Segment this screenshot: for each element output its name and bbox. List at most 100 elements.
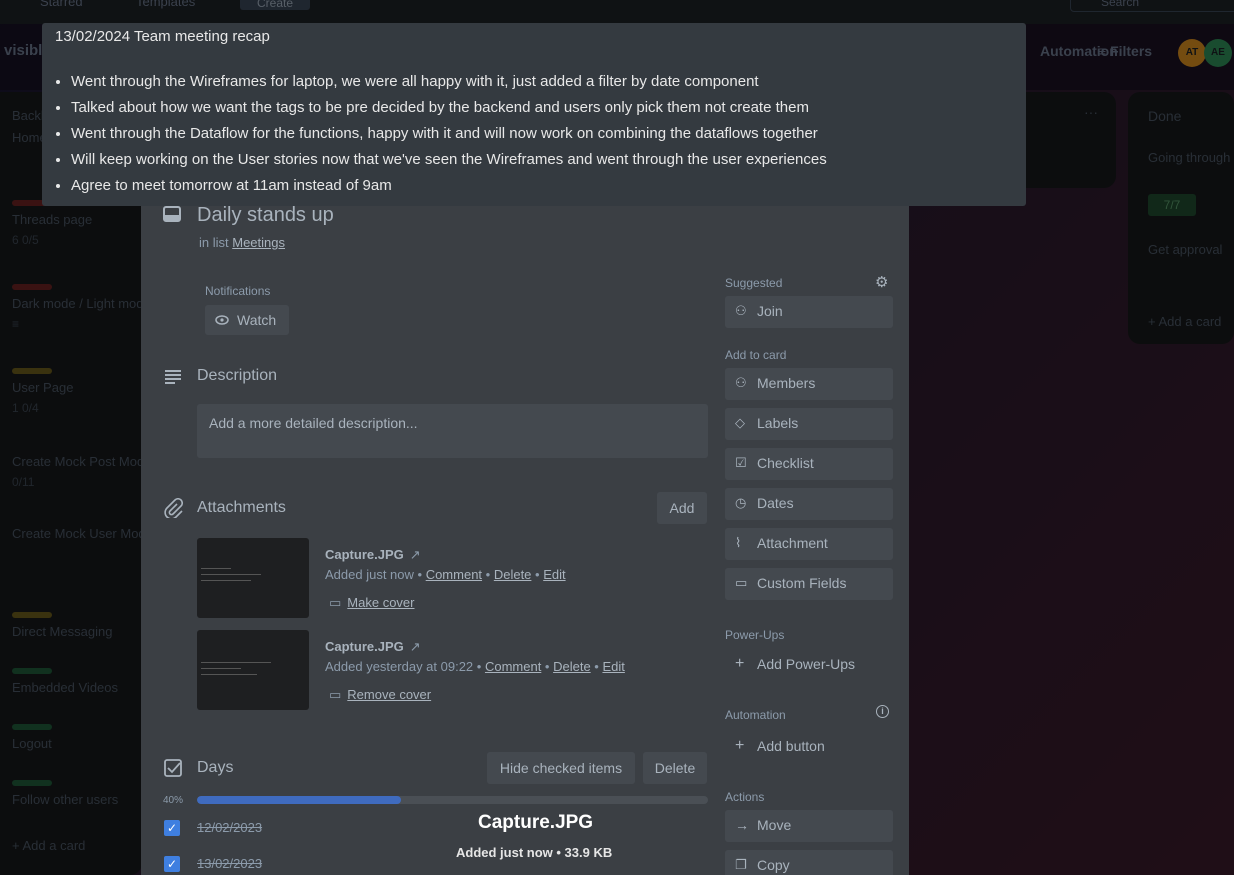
description-input[interactable]: Add a more detailed description... bbox=[197, 404, 708, 458]
add-button-button[interactable]: + Add button bbox=[725, 737, 825, 755]
attachment-filename: Capture.JPG bbox=[325, 639, 404, 654]
arrow-right-icon: → bbox=[735, 817, 749, 833]
checkbox-icon: ☑ bbox=[735, 455, 747, 470]
add-powerups-label: Add Power-Ups bbox=[757, 656, 856, 672]
attachments-heading: Attachments bbox=[197, 499, 286, 516]
eye-icon bbox=[215, 315, 229, 325]
list-item: Went through the Dataflow for the functi… bbox=[71, 121, 1013, 147]
delete-link[interactable]: Delete bbox=[494, 567, 532, 582]
thumbnail-line bbox=[201, 568, 231, 569]
labels-button[interactable]: ◇ Labels bbox=[725, 408, 893, 440]
attachment-thumbnail[interactable] bbox=[197, 630, 309, 710]
external-link-icon: ↗ bbox=[409, 547, 421, 562]
custom-fields-label: Custom Fields bbox=[757, 575, 847, 591]
actions-label: Actions bbox=[725, 790, 765, 804]
card-title[interactable]: Daily stands up bbox=[197, 204, 334, 227]
thumbnail-line bbox=[201, 574, 261, 575]
notifications-label: Notifications bbox=[205, 284, 271, 298]
add-button-label: Add button bbox=[757, 738, 825, 754]
clock-icon: ◷ bbox=[735, 495, 747, 510]
checklist-checkbox[interactable]: ✓ bbox=[164, 856, 180, 872]
join-label: Join bbox=[757, 303, 783, 319]
attachment-button[interactable]: ⌇ Attachment bbox=[725, 528, 893, 560]
edit-link[interactable]: Edit bbox=[543, 567, 565, 582]
preview-details: Added just now • 33.9 KB bbox=[456, 845, 613, 860]
checklist-progress-bar bbox=[197, 796, 708, 804]
comment-link[interactable]: Comment bbox=[485, 659, 541, 674]
watch-label: Watch bbox=[237, 312, 277, 328]
members-button[interactable]: ⚇ Members bbox=[725, 368, 893, 400]
attachment-name[interactable]: Capture.JPG ↗ bbox=[325, 547, 421, 563]
copy-icon: ❐ bbox=[735, 857, 747, 872]
add-powerups-button[interactable]: + Add Power-Ups bbox=[725, 655, 856, 673]
move-label: Move bbox=[757, 817, 792, 833]
watch-button[interactable]: Watch bbox=[205, 305, 289, 335]
card-list-reference: in list Meetings bbox=[199, 235, 285, 250]
gear-icon[interactable]: ⚙ bbox=[875, 273, 888, 291]
checklist-label: Checklist bbox=[757, 455, 814, 471]
suggested-label: Suggested bbox=[725, 276, 783, 290]
checklist-item-label[interactable]: 13/02/2023 bbox=[197, 856, 262, 871]
attachment-thumbnail[interactable] bbox=[197, 538, 309, 618]
thumbnail-line bbox=[201, 668, 241, 669]
add-to-card-label: Add to card bbox=[725, 348, 787, 362]
attachment-name[interactable]: Capture.JPG ↗ bbox=[325, 639, 421, 655]
labels-label: Labels bbox=[757, 415, 799, 431]
description-icon bbox=[165, 370, 181, 384]
hide-checked-button[interactable]: Hide checked items bbox=[487, 752, 635, 784]
in-list-prefix: in list bbox=[199, 235, 229, 250]
list-item: Went through the Wireframes for laptop, … bbox=[71, 69, 1013, 95]
attachment-added: Added yesterday at 09:22 bbox=[325, 659, 474, 674]
card-detail-modal: Daily stands up in list Meetings Notific… bbox=[141, 186, 909, 875]
recap-title: 13/02/2024 Team meeting recap bbox=[55, 28, 270, 45]
automation-label: Automation bbox=[725, 708, 786, 722]
comment-link[interactable]: Comment bbox=[426, 567, 482, 582]
cover-action-label: Make cover bbox=[347, 595, 415, 610]
edit-link[interactable]: Edit bbox=[602, 659, 624, 674]
progress-fill bbox=[197, 796, 402, 804]
meeting-recap-popup: 13/02/2024 Team meeting recap Went throu… bbox=[42, 23, 1026, 206]
add-attachment-button[interactable]: Add bbox=[657, 492, 707, 524]
checklist-checkbox[interactable]: ✓ bbox=[164, 820, 180, 836]
members-label: Members bbox=[757, 375, 816, 391]
paperclip-icon bbox=[164, 498, 183, 518]
plus-icon: + bbox=[735, 655, 745, 672]
description-heading: Description bbox=[197, 367, 278, 384]
join-button[interactable]: ⚇ Join bbox=[725, 296, 893, 328]
attachment-filename: Capture.JPG bbox=[325, 547, 404, 562]
attachment-meta: Added just now • Comment • Delete • Edit bbox=[325, 567, 566, 582]
copy-label: Copy bbox=[757, 857, 790, 873]
dates-button[interactable]: ◷ Dates bbox=[725, 488, 893, 520]
plus-icon: + bbox=[735, 737, 745, 754]
external-link-icon: ↗ bbox=[409, 639, 421, 654]
attachment-added: Added just now bbox=[325, 567, 414, 582]
checklist-heading: Days bbox=[197, 759, 234, 776]
person-icon: ⚇ bbox=[735, 303, 747, 318]
dates-label: Dates bbox=[757, 495, 794, 511]
list-item: Talked about how we want the tags to be … bbox=[71, 95, 1013, 121]
checklist-button[interactable]: ☑ Checklist bbox=[725, 448, 893, 480]
thumbnail-line bbox=[201, 580, 251, 581]
checklist-icon bbox=[164, 759, 182, 777]
list-link[interactable]: Meetings bbox=[232, 235, 285, 250]
card-icon bbox=[163, 206, 181, 222]
field-icon: ▭ bbox=[735, 575, 748, 590]
list-item: Will keep working on the User stories no… bbox=[71, 147, 1013, 173]
delete-checklist-button[interactable]: Delete bbox=[643, 752, 707, 784]
attachment-meta: Added yesterday at 09:22 • Comment • Del… bbox=[325, 659, 625, 674]
cover-action-label: Remove cover bbox=[347, 687, 432, 702]
preview-filename: Capture.JPG bbox=[478, 812, 594, 833]
make-cover-button[interactable]: ▭ Make cover bbox=[329, 595, 415, 611]
progress-percent: 40% bbox=[163, 795, 184, 806]
delete-link[interactable]: Delete bbox=[553, 659, 591, 674]
info-icon[interactable]: i bbox=[876, 705, 889, 718]
attachment-label: Attachment bbox=[757, 535, 828, 551]
checklist-item-label[interactable]: 12/02/2023 bbox=[197, 820, 262, 835]
move-button[interactable]: → Move bbox=[725, 810, 893, 842]
powerups-label: Power-Ups bbox=[725, 628, 785, 642]
custom-fields-button[interactable]: ▭ Custom Fields bbox=[725, 568, 893, 600]
thumbnail-line bbox=[201, 662, 271, 663]
copy-button[interactable]: ❐ Copy bbox=[725, 850, 893, 875]
remove-cover-button[interactable]: ▭ Remove cover bbox=[329, 687, 431, 703]
person-icon: ⚇ bbox=[735, 375, 747, 390]
